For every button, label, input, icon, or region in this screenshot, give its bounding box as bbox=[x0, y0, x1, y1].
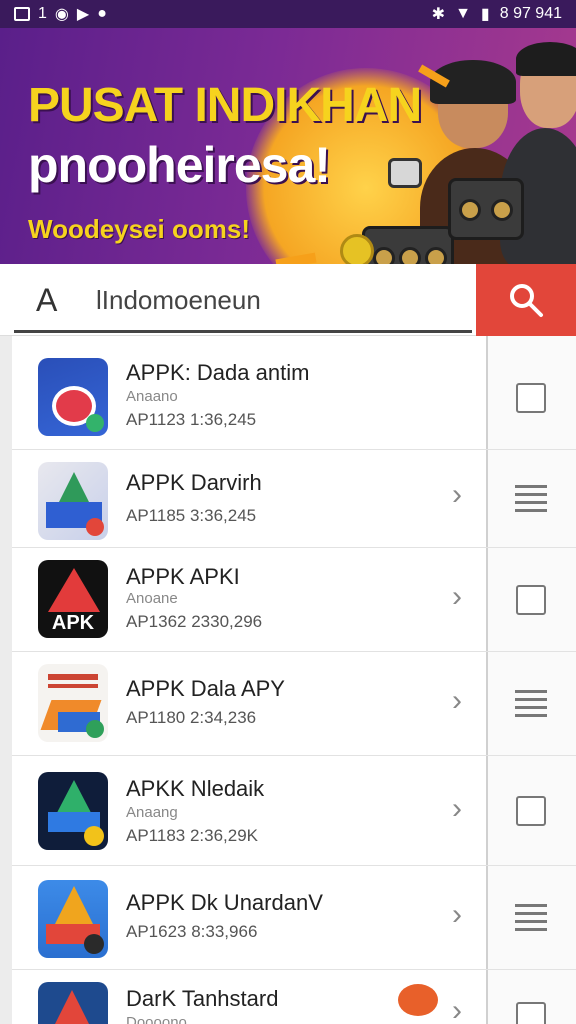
gallery-icon bbox=[14, 7, 30, 21]
bluetooth-icon: ✱ bbox=[431, 6, 446, 23]
app-meta: AP1362 2330,296 bbox=[126, 612, 263, 631]
app-meta: AP1623 8:33,966 bbox=[126, 922, 258, 941]
search-input[interactable] bbox=[96, 280, 456, 320]
app-subtitle: Anoane bbox=[126, 590, 178, 607]
signal-icon: ▮ bbox=[480, 6, 490, 23]
list-item[interactable]: APPK: Dada antim Anaano AP1123 1:36,245 bbox=[12, 346, 486, 450]
checkbox[interactable] bbox=[516, 584, 546, 615]
row-action[interactable] bbox=[486, 652, 576, 756]
app-subtitle: Anaang bbox=[126, 804, 178, 821]
chevron-right-icon[interactable]: › bbox=[452, 994, 462, 1024]
app-icon bbox=[38, 462, 108, 540]
speaker-graphic bbox=[362, 226, 454, 264]
chevron-right-icon[interactable]: › bbox=[452, 580, 462, 614]
app-icon bbox=[38, 358, 108, 436]
banner-tagline: Woodeysei ooms! bbox=[28, 214, 251, 244]
row-action[interactable] bbox=[486, 866, 576, 970]
app-icon bbox=[38, 982, 108, 1024]
coin-graphic bbox=[340, 234, 374, 264]
app-meta: AP1180 2:34,236 bbox=[126, 708, 257, 727]
banner-person2-hair bbox=[516, 42, 576, 76]
app-title: DarK Tanhstard bbox=[126, 986, 279, 1011]
search-bar: A bbox=[0, 264, 576, 336]
app-icon: APK bbox=[38, 560, 108, 638]
app-screen: 1 ◉ ▶ ● ✱ ▼ ▮ 8 97 941 PUSAT INDIKHAN pn… bbox=[0, 0, 576, 1024]
chevron-right-icon[interactable]: › bbox=[452, 792, 462, 826]
menu-icon[interactable] bbox=[515, 903, 547, 932]
app-meta: AP1123 1:36,245 bbox=[126, 410, 257, 429]
app-title: APPK: Dada antim bbox=[126, 360, 310, 385]
row-action[interactable] bbox=[486, 970, 576, 1024]
app-meta: AP1185 3:36,245 bbox=[126, 506, 257, 525]
promo-banner[interactable]: PUSAT INDIKHAN pnooheiresa! Woodeysei oo… bbox=[0, 28, 576, 264]
row-action[interactable] bbox=[486, 450, 576, 548]
app-title: APPK Darvirh bbox=[126, 470, 262, 495]
play-icon: ▶ bbox=[76, 6, 90, 23]
list-item[interactable]: APK APPK APKI Anoane AP1362 2330,296 › bbox=[12, 548, 486, 652]
app-meta: AP1183 2:36,29K bbox=[126, 826, 259, 845]
app-title: APKK Nledaik bbox=[126, 776, 265, 801]
list-item[interactable]: APPK Darvirh AP1185 3:36,245 › bbox=[12, 450, 486, 548]
row-action[interactable] bbox=[486, 548, 576, 652]
chevron-right-icon[interactable]: › bbox=[452, 684, 462, 718]
menu-icon[interactable] bbox=[515, 689, 547, 718]
notification-icon: ◉ bbox=[54, 6, 69, 23]
app-icon bbox=[38, 772, 108, 850]
can-graphic bbox=[388, 158, 422, 188]
app-title: APPK Dala APY bbox=[126, 676, 285, 701]
chevron-right-icon[interactable]: › bbox=[452, 898, 462, 932]
search-icon bbox=[510, 284, 543, 317]
checkbox[interactable] bbox=[516, 795, 546, 826]
list-item[interactable]: DarK Tanhstard Doooono › bbox=[12, 970, 486, 1024]
mascot-icon bbox=[398, 984, 438, 1016]
list-item[interactable]: APPK Dala APY AP1180 2:34,236 › bbox=[12, 652, 486, 756]
banner-title: PUSAT INDIKHAN bbox=[28, 79, 422, 132]
banner-subtitle: pnooheiresa! bbox=[28, 137, 331, 193]
app-icon-label: APK bbox=[51, 612, 95, 634]
wifi-icon: ▼ bbox=[455, 5, 471, 22]
menu-icon[interactable] bbox=[515, 484, 547, 513]
row-action[interactable] bbox=[486, 756, 576, 866]
status-count: 1 bbox=[38, 5, 47, 22]
app-title: APPK APKI bbox=[126, 564, 240, 589]
speaker-graphic bbox=[448, 178, 524, 240]
app-title: APPK Dk UnardanV bbox=[126, 890, 323, 915]
app-meta: Doooono bbox=[126, 1014, 187, 1024]
list-item[interactable]: APKK Nledaik Anaang AP1183 2:36,29K › bbox=[12, 756, 486, 866]
list-item[interactable]: APPK Dk UnardanV AP1623 8:33,966 › bbox=[12, 866, 486, 970]
row-action[interactable] bbox=[486, 346, 576, 450]
search-button[interactable] bbox=[476, 264, 576, 336]
app-icon bbox=[38, 880, 108, 958]
status-bar: 1 ◉ ▶ ● ✱ ▼ ▮ 8 97 941 bbox=[0, 0, 576, 28]
search-underline bbox=[14, 330, 472, 333]
app-icon bbox=[38, 664, 108, 742]
status-time: 8 97 941 bbox=[499, 5, 562, 22]
status-left: 1 ◉ ▶ ● bbox=[14, 4, 107, 24]
checkbox[interactable] bbox=[516, 382, 546, 413]
dot-icon: ● bbox=[97, 5, 107, 22]
chevron-right-icon[interactable]: › bbox=[452, 478, 462, 512]
status-right: ✱ ▼ ▮ 8 97 941 bbox=[432, 4, 562, 24]
checkbox[interactable] bbox=[516, 1002, 546, 1024]
font-a-icon: A bbox=[36, 282, 58, 318]
app-subtitle: Anaano bbox=[126, 388, 178, 405]
